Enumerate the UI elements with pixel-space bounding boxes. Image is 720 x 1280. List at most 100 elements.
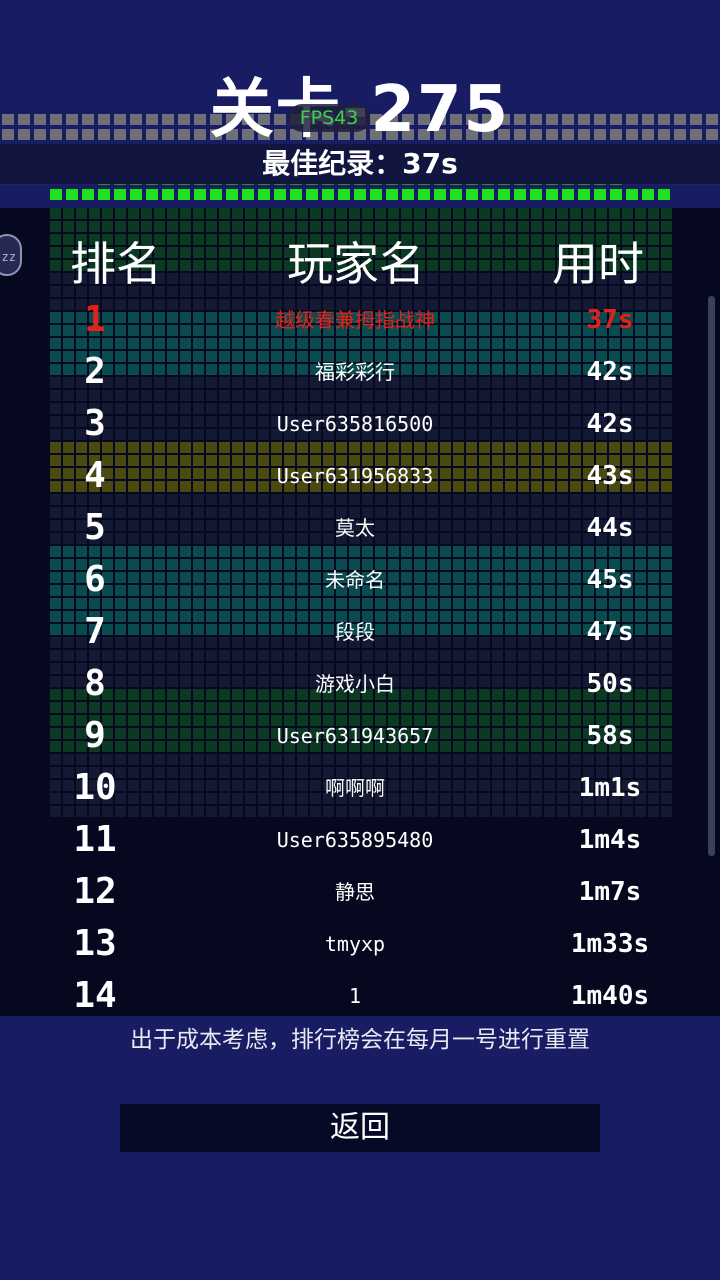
leaderboard-list[interactable]: 1 越级春兼拇指战神 37s 2 福彩彩行 42s 3 User635816500 42s 4 Us… xyxy=(0,294,720,1016)
rank-cell: 11 xyxy=(73,819,117,860)
grid-cell xyxy=(401,208,412,219)
rank-cell: 2 xyxy=(84,351,106,392)
grid-cell xyxy=(492,208,503,219)
header-pixel xyxy=(98,189,110,200)
header-pixel xyxy=(82,189,94,200)
grid-cell xyxy=(518,208,529,219)
time-cell: 42s xyxy=(586,357,634,387)
rank-cell: 6 xyxy=(84,559,106,600)
grid-cell xyxy=(531,208,542,219)
time-cell: 37s xyxy=(586,305,634,335)
leaderboard-row: 12 静思 1m7s xyxy=(0,866,720,918)
header-pixel xyxy=(610,189,622,200)
leaderboard-row: 10 啊啊啊 1m1s xyxy=(0,762,720,814)
rank-cell: 9 xyxy=(84,715,106,756)
grid-cell xyxy=(284,208,295,219)
header-player: 玩家名 xyxy=(287,237,425,291)
header-pixel xyxy=(50,189,62,200)
leaderboard-panel: zz 排名 玩家名 用时 1 越级春兼拇指战神 37s 2 福彩彩行 42s 3 User63… xyxy=(0,208,720,1016)
leaderboard-row: 1 越级春兼拇指战神 37s xyxy=(0,294,720,346)
grid-cell xyxy=(219,208,230,219)
player-name-cell: 游戏小白 xyxy=(315,672,395,696)
header-pixel xyxy=(386,189,398,200)
leaderboard-row: 5 莫太 44s xyxy=(0,502,720,554)
rank-cell: 14 xyxy=(73,975,117,1016)
grid-cell xyxy=(609,208,620,219)
grid-cell xyxy=(206,208,217,219)
best-record: 最佳纪录：37s xyxy=(262,147,458,180)
grid-cell xyxy=(648,208,659,219)
time-cell: 43s xyxy=(586,461,634,491)
header-pixel xyxy=(578,189,590,200)
time-cell: 1m1s xyxy=(578,773,642,803)
header-pixel xyxy=(274,189,286,200)
grid-cell xyxy=(661,208,672,219)
reset-notice: 出于成本考虑，排行榜会在每月一号进行重置 xyxy=(130,1027,590,1053)
header-pixel xyxy=(226,189,238,200)
time-cell: 58s xyxy=(586,721,634,751)
player-name-cell: User635816500 xyxy=(276,412,434,436)
rank-cell: 5 xyxy=(84,507,106,548)
scrollbar[interactable] xyxy=(708,296,715,856)
header-pixel xyxy=(194,189,206,200)
grid-cell xyxy=(115,208,126,219)
grid-cell xyxy=(583,208,594,219)
leaderboard-row: 13 tmyxp 1m33s xyxy=(0,918,720,970)
player-name-cell: 静思 xyxy=(335,880,375,904)
grid-cell xyxy=(388,208,399,219)
grid-cell xyxy=(505,208,516,219)
grid-cell xyxy=(479,208,490,219)
fps-counter: FPS43 xyxy=(288,104,370,132)
leaderboard-row: 3 User635816500 42s xyxy=(0,398,720,450)
player-name-cell: 1 xyxy=(348,984,362,1008)
player-name-cell: User631956833 xyxy=(276,464,434,488)
header-pixel xyxy=(114,189,126,200)
grid-cell xyxy=(102,208,113,219)
header-pixel xyxy=(530,189,542,200)
header-pixel xyxy=(418,189,430,200)
header-rank: 排名 xyxy=(70,237,162,291)
back-button[interactable]: 返回 xyxy=(120,1104,600,1152)
header-pixel xyxy=(658,189,670,200)
header-pixel xyxy=(146,189,158,200)
grid-cell xyxy=(193,208,204,219)
leaderboard-row: 8 游戏小白 50s xyxy=(0,658,720,710)
header-pixel xyxy=(66,189,78,200)
player-name-cell: User635895480 xyxy=(276,828,434,852)
header-pixel xyxy=(354,189,366,200)
grid-cell xyxy=(427,208,438,219)
grid-cell xyxy=(596,208,607,219)
header-pixel xyxy=(626,189,638,200)
header-pixel xyxy=(434,189,446,200)
grid-cell xyxy=(297,208,308,219)
time-cell: 45s xyxy=(586,565,634,595)
leaderboard-row: 11 User635895480 1m4s xyxy=(0,814,720,866)
header-pixel xyxy=(370,189,382,200)
leaderboard-row: 14 1 1m40s xyxy=(0,970,720,1016)
leaderboard-row: 4 User631956833 43s xyxy=(0,450,720,502)
header-pixel xyxy=(130,189,142,200)
grid-cell xyxy=(141,208,152,219)
grid-cell xyxy=(245,208,256,219)
rank-cell: 4 xyxy=(84,455,106,496)
grid-cell xyxy=(466,208,477,219)
rank-cell: 3 xyxy=(84,403,106,444)
leaderboard-row: 9 User631943657 58s xyxy=(0,710,720,762)
time-cell: 1m40s xyxy=(570,981,650,1011)
grid-cell xyxy=(336,208,347,219)
grid-cell xyxy=(362,208,373,219)
player-name-cell: 莫太 xyxy=(335,516,375,540)
grid-cell xyxy=(349,208,360,219)
rank-cell: 1 xyxy=(84,299,106,340)
header-pixel xyxy=(338,189,350,200)
header-pixel xyxy=(306,189,318,200)
player-name-cell: 福彩彩行 xyxy=(315,360,395,384)
grid-cell xyxy=(323,208,334,219)
time-cell: 47s xyxy=(586,617,634,647)
grid-cell xyxy=(544,208,555,219)
header-pixel xyxy=(562,189,574,200)
player-name-cell: 越级春兼拇指战神 xyxy=(275,308,435,332)
header-pixel xyxy=(466,189,478,200)
header-time: 用时 xyxy=(552,237,644,291)
time-cell: 1m4s xyxy=(578,825,642,855)
